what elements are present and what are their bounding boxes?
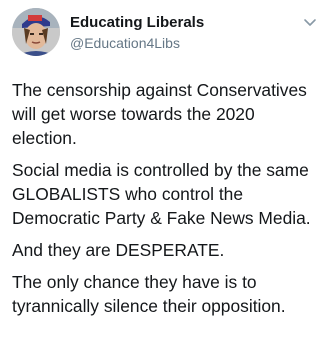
avatar-photo-icon	[12, 8, 60, 56]
tweet-paragraph: Social media is controlled by the same G…	[12, 158, 320, 230]
text-line: Democratic Party & Fake News Media.	[12, 208, 311, 228]
tweet-header: Educating Liberals @Education4Libs	[12, 8, 318, 60]
text-line: And they are DESPERATE.	[12, 240, 225, 260]
tweet-paragraph: The censorship against Conservatives wil…	[12, 78, 320, 150]
text-line: Social media is controlled by the same	[12, 160, 309, 180]
chevron-down-icon[interactable]	[302, 14, 318, 30]
user-handle[interactable]: @Education4Libs	[70, 34, 204, 52]
display-name[interactable]: Educating Liberals	[70, 14, 204, 32]
tweet-paragraph: The only chance they have is to tyrannic…	[12, 270, 320, 318]
text-line: election.	[12, 128, 77, 148]
text-line: tyrannically silence their opposition.	[12, 296, 286, 316]
tweet-paragraph: And they are DESPERATE.	[12, 238, 320, 262]
avatar[interactable]	[12, 8, 60, 56]
text-line: will get worse towards the 2020	[12, 104, 255, 124]
text-line: The censorship against Conservatives	[12, 80, 307, 100]
tweet-text: The censorship against Conservatives wil…	[12, 78, 320, 326]
tweet-card: Educating Liberals @Education4Libs The c…	[0, 0, 330, 357]
text-line: GLOBALISTS who control the	[12, 184, 244, 204]
author-names[interactable]: Educating Liberals @Education4Libs	[70, 14, 204, 52]
text-line: The only chance they have is to	[12, 272, 257, 292]
